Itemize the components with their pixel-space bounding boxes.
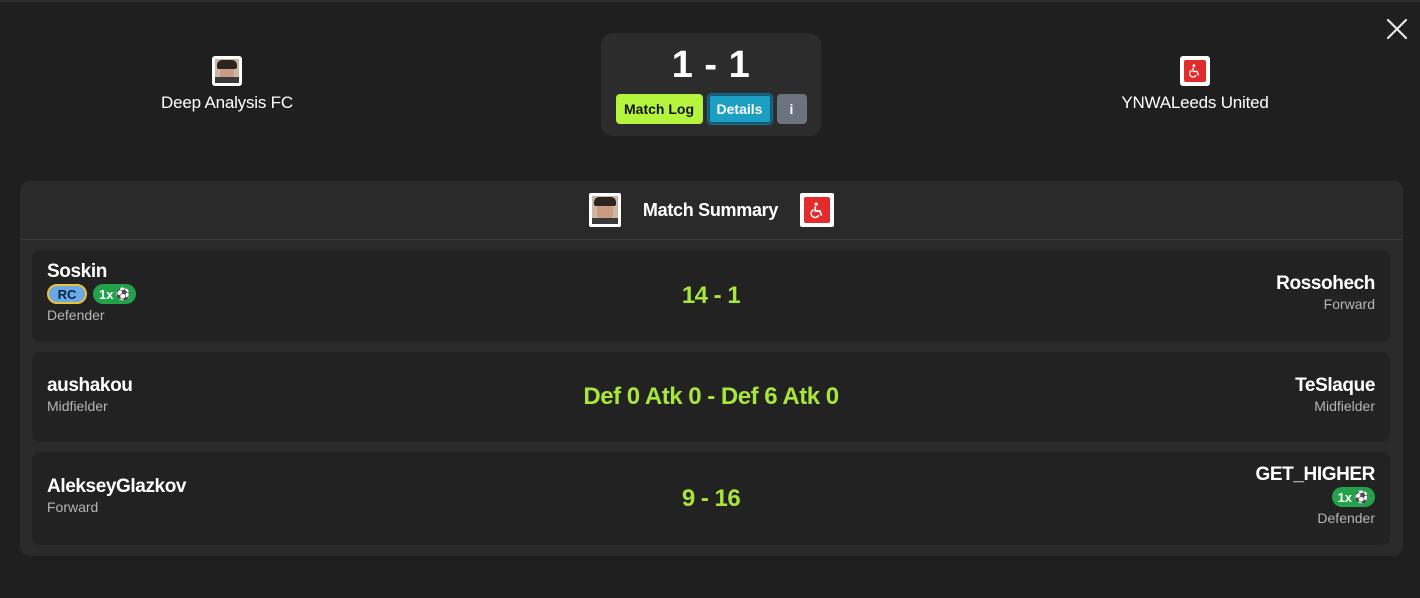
right-player: GET_HIGHER 1x ⚽ Defender	[1255, 464, 1375, 527]
player-badges: 1x ⚽	[1331, 487, 1375, 507]
matchup-row: AlekseyGlazkov Forward 9 - 16 GET_HIGHER…	[32, 452, 1390, 545]
info-button[interactable]: i	[776, 94, 807, 124]
player-position: Forward	[1323, 296, 1375, 312]
matchup-score: 9 - 16	[681, 485, 741, 512]
player-position: Midfielder	[1314, 398, 1375, 414]
right-player: TeSlaque Midfielder	[1295, 375, 1375, 415]
home-team: Deep Analysis FC	[77, 56, 377, 113]
match-summary-title: Match Summary	[642, 199, 779, 220]
details-button[interactable]: Details	[707, 94, 772, 124]
match-summary-panel: Match Summary Soskin RC 1x ⚽ Defender 14…	[20, 181, 1403, 556]
player-position: Defender	[1317, 510, 1375, 526]
close-button[interactable]	[1384, 16, 1410, 42]
top-border	[0, 0, 1420, 2]
match-score: 1 - 1	[671, 44, 751, 86]
score-actions: Match Log Details i	[615, 94, 807, 124]
player-name[interactable]: TeSlaque	[1295, 375, 1375, 397]
match-log-button[interactable]: Match Log	[615, 94, 703, 124]
home-team-name: Deep Analysis FC	[161, 93, 293, 112]
matchup-row: Soskin RC 1x ⚽ Defender 14 - 1 Rossohech…	[32, 250, 1390, 342]
accessibility-icon	[1189, 64, 1200, 78]
player-name[interactable]: Soskin	[47, 261, 136, 283]
away-team: YNWALeeds United	[1045, 56, 1345, 113]
matchup-score: Def 0 Atk 0 - Def 6 Atk 0	[583, 383, 839, 410]
soccer-ball-icon: ⚽	[1354, 490, 1369, 504]
matchup-row: aushakou Midfielder Def 0 Atk 0 - Def 6 …	[32, 352, 1390, 442]
player-name[interactable]: GET_HIGHER	[1255, 464, 1375, 486]
player-name[interactable]: Rossohech	[1276, 273, 1375, 295]
score-panel: 1 - 1 Match Log Details i	[601, 33, 821, 136]
accessibility-icon	[810, 202, 823, 219]
away-team-name: YNWALeeds United	[1121, 93, 1269, 112]
summary-home-logo	[588, 193, 621, 227]
matchup-score: 14 - 1	[681, 282, 741, 309]
home-team-logo	[212, 56, 242, 86]
close-icon	[1386, 18, 1408, 40]
away-team-logo	[1180, 56, 1210, 86]
right-player: Rossohech Forward	[1276, 273, 1375, 313]
summary-away-logo	[800, 193, 835, 227]
goal-count: 1x	[1337, 489, 1353, 505]
match-summary-header: Match Summary	[20, 181, 1403, 240]
goal-badge: 1x ⚽	[1331, 487, 1375, 507]
